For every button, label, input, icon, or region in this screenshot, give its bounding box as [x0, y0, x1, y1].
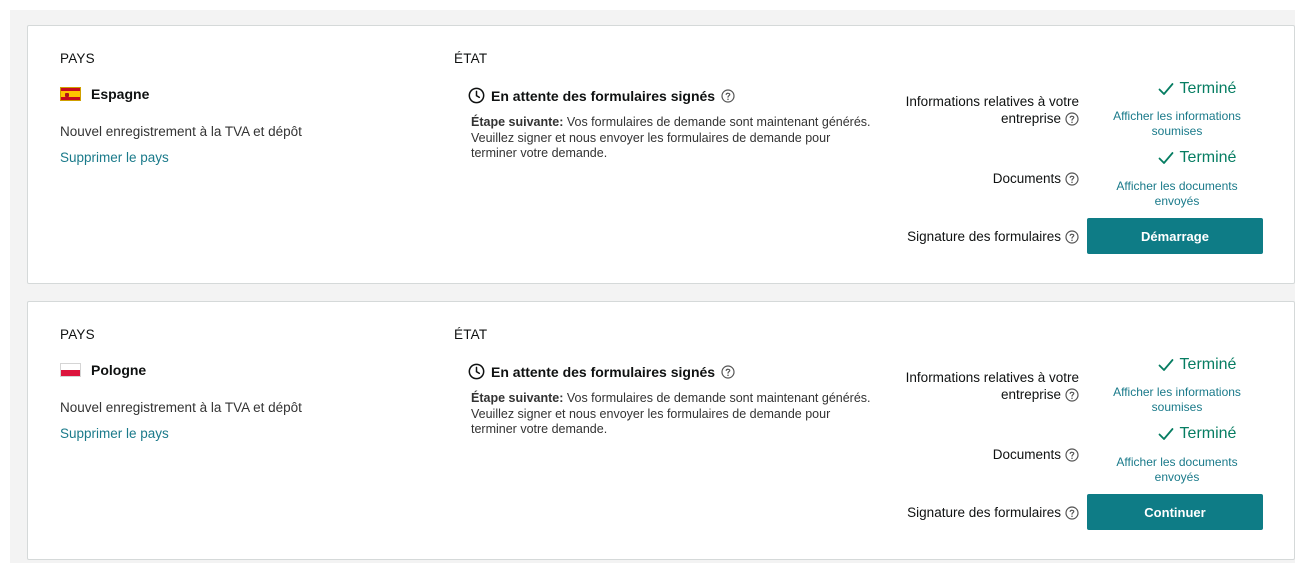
status-title: En attente des formulaires signés [491, 363, 716, 380]
check-icon [1158, 359, 1173, 371]
business-info-label-text: Informations relatives à votre entrepris… [905, 370, 1079, 402]
signature-label: Signature des formulaires [859, 228, 1079, 245]
remove-country-link[interactable]: Supprimer le pays [60, 150, 169, 165]
check-icon [1158, 152, 1173, 164]
vat-registration-page: PAYS Espagne Nouvel enregistrement à la … [0, 0, 1296, 563]
documents-label-text: Documents [992, 171, 1061, 186]
spain-flag-icon [60, 87, 81, 101]
documents-label: Documents [879, 446, 1079, 463]
help-icon[interactable] [1065, 448, 1079, 463]
view-documents-link[interactable]: Afficher les documents envoyés [1102, 179, 1252, 209]
registration-type: Nouvel enregistrement à la TVA et dépôt [60, 124, 302, 139]
clock-icon [468, 87, 485, 104]
help-icon[interactable] [721, 88, 735, 103]
start-signature-button[interactable]: Démarrage [1087, 218, 1263, 254]
country-row: Pologne [60, 362, 146, 378]
documents-label: Documents [879, 170, 1079, 187]
next-step-label: Étape suivante: [471, 115, 564, 129]
business-info-status-text: Terminé [1179, 80, 1237, 97]
country-name: Espagne [91, 86, 150, 102]
country-row: Espagne [60, 86, 149, 102]
registration-type: Nouvel enregistrement à la TVA et dépôt [60, 400, 302, 415]
country-card-spain: PAYS Espagne Nouvel enregistrement à la … [27, 25, 1295, 284]
documents-status-text: Terminé [1179, 149, 1237, 166]
documents-status-text: Terminé [1179, 425, 1237, 442]
check-icon [1158, 83, 1173, 95]
help-icon[interactable] [1065, 172, 1079, 187]
documents-status: Terminé [1132, 425, 1262, 443]
country-name: Pologne [91, 362, 147, 378]
view-documents-link[interactable]: Afficher les documents envoyés [1102, 455, 1252, 485]
view-submitted-info-link[interactable]: Afficher les informations soumises [1102, 109, 1252, 139]
country-column-header: PAYS [60, 51, 95, 66]
business-info-status-text: Terminé [1179, 356, 1237, 373]
next-step-label: Étape suivante: [471, 391, 564, 405]
clock-icon [468, 363, 485, 380]
view-submitted-info-link[interactable]: Afficher les informations soumises [1102, 385, 1252, 415]
status-row: En attente des formulaires signés [468, 87, 735, 104]
documents-status: Terminé [1132, 149, 1262, 167]
remove-country-link[interactable]: Supprimer le pays [60, 426, 169, 441]
business-info-status: Terminé [1132, 356, 1262, 374]
business-info-label: Informations relatives à votre entrepris… [869, 93, 1079, 127]
signature-label: Signature des formulaires [859, 504, 1079, 521]
status-column-header: ÉTAT [454, 327, 488, 342]
signature-label-text: Signature des formulaires [907, 505, 1061, 520]
business-info-label: Informations relatives à votre entrepris… [869, 369, 1079, 403]
continue-signature-button[interactable]: Continuer [1087, 494, 1263, 530]
country-column-header: PAYS [60, 327, 95, 342]
help-icon[interactable] [1065, 388, 1079, 403]
poland-flag-icon [60, 363, 81, 377]
business-info-status: Terminé [1132, 80, 1262, 98]
help-icon[interactable] [721, 364, 735, 379]
business-info-label-text: Informations relatives à votre entrepris… [905, 94, 1079, 126]
help-icon[interactable] [1065, 230, 1079, 245]
help-icon[interactable] [1065, 112, 1079, 127]
help-icon[interactable] [1065, 506, 1079, 521]
status-row: En attente des formulaires signés [468, 363, 735, 380]
country-card-poland: PAYS Pologne Nouvel enregistrement à la … [27, 301, 1295, 560]
documents-label-text: Documents [992, 447, 1061, 462]
signature-label-text: Signature des formulaires [907, 229, 1061, 244]
status-column-header: ÉTAT [454, 51, 488, 66]
next-step-description: Étape suivante: Vos formulaires de deman… [471, 115, 871, 162]
next-step-description: Étape suivante: Vos formulaires de deman… [471, 391, 871, 438]
check-icon [1158, 428, 1173, 440]
status-title: En attente des formulaires signés [491, 87, 716, 104]
